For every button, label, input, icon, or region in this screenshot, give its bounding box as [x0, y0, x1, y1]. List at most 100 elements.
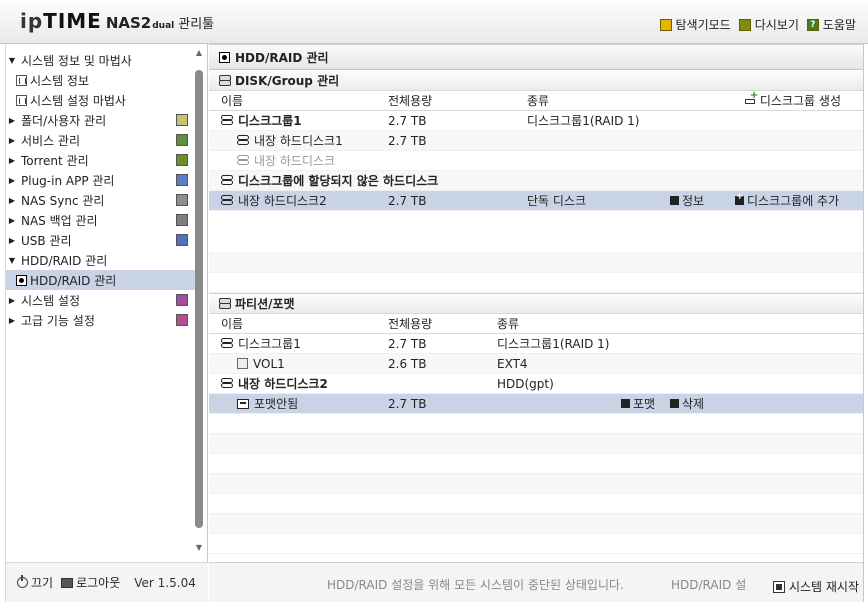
sidebar-item-setup-wizard[interactable]: 시스템 설정 마법사: [6, 90, 196, 110]
plugin-icon: [176, 174, 188, 186]
sidebar: ▼ 시스템 정보 및 마법사 시스템 정보 시스템 설정 마법사 ▶ 폴더/사용…: [5, 44, 208, 602]
system-restart-button[interactable]: 시스템 재시작: [772, 578, 859, 595]
logout-label: 로그아웃: [76, 576, 121, 590]
sidebar-item-system-settings[interactable]: ▶ 시스템 설정: [6, 290, 196, 310]
hdd-icon: [16, 274, 27, 286]
unformatted-capacity: 2.7 TB: [388, 396, 427, 411]
power-off-button[interactable]: 끄기: [17, 574, 53, 591]
col-capacity: 전체용량: [388, 317, 433, 331]
collapsed-arrow-icon: ▶: [8, 195, 16, 205]
unassigned-title: 디스크그룹에 할당되지 않은 하드디스크: [238, 174, 439, 188]
group-name: 디스크그룹1: [238, 114, 302, 128]
top-header: ip TIME NAS2 dual 관리툴 탐색기모드 다시보기 ? 도움말: [0, 0, 868, 44]
sidebar-item-label: 서비스 관리: [21, 133, 81, 148]
sidebar-item-label: NAS Sync 관리: [21, 193, 105, 208]
disk-group-icon: [221, 115, 233, 126]
restart-icon: [772, 580, 785, 593]
explorer-mode-label: 탐색기모드: [675, 18, 731, 32]
explorer-mode-link[interactable]: 탐색기모드: [659, 16, 731, 33]
chart-icon: [16, 74, 27, 86]
help-icon: ?: [806, 18, 819, 31]
collapsed-arrow-icon: ▶: [8, 295, 16, 305]
partition-header-row: 이름 전체용량 종류: [209, 314, 863, 334]
sidebar-item-system-info[interactable]: 시스템 정보: [6, 70, 196, 90]
sidebar-item-label: Plug-in APP 관리: [21, 173, 115, 188]
logo-manager: 관리툴: [178, 17, 215, 32]
help-link[interactable]: ? 도움말: [806, 16, 856, 33]
volume-name: VOL1: [253, 356, 285, 371]
sidebar-item-hdd-raid-group[interactable]: ▼ HDD/RAID 관리: [6, 250, 196, 270]
refresh-link[interactable]: 다시보기: [738, 16, 799, 33]
sidebar-item-usb[interactable]: ▶ USB 관리: [6, 230, 196, 250]
sidebar-item-label: Torrent 관리: [21, 153, 89, 168]
empty-rows: [209, 233, 863, 293]
collapsed-arrow-icon: ▶: [8, 135, 16, 145]
sidebar-item-service[interactable]: ▶ 서비스 관리: [6, 130, 196, 150]
scroll-down-icon[interactable]: ▼: [194, 543, 204, 553]
logout-icon: [61, 577, 74, 588]
collapsed-arrow-icon: ▶: [8, 315, 16, 325]
sidebar-item-label: HDD/RAID 관리: [21, 253, 108, 268]
folder-user-icon: [176, 114, 188, 126]
disk-type: 단독 디스크: [527, 194, 587, 208]
sidebar-item-label: 시스템 설정: [21, 293, 81, 308]
delete-button[interactable]: 삭제: [670, 395, 704, 412]
create-disk-group-label: 디스크그룹 생성: [759, 94, 841, 108]
sidebar-item-nas-sync[interactable]: ▶ NAS Sync 관리: [6, 190, 196, 210]
sidebar-item-folder-user[interactable]: ▶ 폴더/사용자 관리: [6, 110, 196, 130]
disk-icon: [237, 135, 249, 146]
table-row[interactable]: 디스크그룹1 2.7 TB 디스크그룹1(RAID 1): [209, 111, 863, 131]
disk-group-icon: [221, 338, 233, 349]
table-row[interactable]: 내장 하드디스크: [209, 151, 863, 171]
format-label: 포맷: [633, 397, 656, 411]
disk-name: 내장 하드디스크1: [254, 134, 343, 148]
app-logo: ip TIME NAS2 dual 관리툴: [20, 9, 214, 33]
status-bar: HDD/RAID 설정을 위해 모든 시스템이 중단된 상태입니다. HDD/R…: [209, 562, 863, 602]
scroll-thumb[interactable]: [195, 70, 203, 528]
sidebar-scrollbar[interactable]: ▲ ▼: [194, 48, 204, 553]
disk-info-button[interactable]: 정보: [670, 192, 704, 209]
info-icon: [670, 196, 679, 205]
sidebar-item-torrent[interactable]: ▶ Torrent 관리: [6, 150, 196, 170]
sidebar-item-hdd-raid[interactable]: HDD/RAID 관리: [6, 270, 196, 290]
table-row[interactable]: 내장 하드디스크2 HDD(gpt): [209, 374, 863, 394]
disk-group-section-title: DISK/Group 관리: [209, 70, 863, 91]
sidebar-item-plugin-app[interactable]: ▶ Plug-in APP 관리: [6, 170, 196, 190]
group-type: 디스크그룹1(RAID 1): [497, 337, 610, 351]
empty-rows: [209, 414, 863, 554]
usb-icon: [176, 234, 188, 246]
format-button[interactable]: 포맷: [621, 395, 655, 412]
group-capacity: 2.7 TB: [388, 113, 427, 128]
collapsed-arrow-icon: ▶: [8, 155, 16, 165]
sidebar-item-nas-backup[interactable]: ▶ NAS 백업 관리: [6, 210, 196, 230]
sidebar-item-advanced[interactable]: ▶ 고급 기능 설정: [6, 310, 196, 330]
version-label: Ver 1.5.04: [134, 575, 196, 590]
col-name: 이름: [221, 94, 244, 108]
disk-group-header-row: 이름 전체용량 종류 디스크그룹 생성: [209, 90, 863, 111]
scroll-up-icon[interactable]: ▲: [194, 48, 204, 58]
sidebar-item-label: 폴더/사용자 관리: [21, 113, 107, 128]
sidebar-item-label: 시스템 정보: [30, 73, 90, 88]
unformatted-icon: [237, 398, 249, 409]
create-disk-group-button[interactable]: 디스크그룹 생성: [744, 90, 841, 109]
partition-section-title: 파티션/포맷: [209, 293, 863, 314]
partition-icon: [219, 298, 231, 309]
expanded-arrow-icon: ▼: [8, 55, 16, 65]
table-row[interactable]: 포맷안됨 2.7 TB 포맷 삭제: [209, 394, 863, 414]
main-panel: HDD/RAID 관리 DISK/Group 관리 이름 전체용량 종류 디스크…: [209, 44, 864, 602]
collapsed-arrow-icon: ▶: [8, 175, 16, 185]
table-row[interactable]: 내장 하드디스크1 2.7 TB: [209, 131, 863, 151]
table-row[interactable]: VOL1 2.6 TB EXT4: [209, 354, 863, 374]
disk-type: HDD(gpt): [497, 376, 554, 391]
add-to-disk-group-button[interactable]: 디스크그룹에 추가: [735, 192, 839, 209]
nav-tree: ▼ 시스템 정보 및 마법사 시스템 정보 시스템 설정 마법사 ▶ 폴더/사용…: [6, 50, 196, 330]
table-row[interactable]: 내장 하드디스크2 2.7 TB 단독 디스크 정보 디스크그룹에 추가: [209, 191, 863, 211]
volume-capacity: 2.6 TB: [388, 356, 427, 371]
system-restart-label: 시스템 재시작: [788, 580, 859, 594]
logout-button[interactable]: 로그아웃: [61, 574, 120, 591]
sidebar-item-system-info-wizard[interactable]: ▼ 시스템 정보 및 마법사: [6, 50, 196, 70]
hdd-icon: [219, 51, 230, 63]
disk-name: 내장 하드디스크2: [238, 194, 327, 208]
table-row[interactable]: 디스크그룹1 2.7 TB 디스크그룹1(RAID 1): [209, 334, 863, 354]
group-capacity: 2.7 TB: [388, 336, 427, 351]
